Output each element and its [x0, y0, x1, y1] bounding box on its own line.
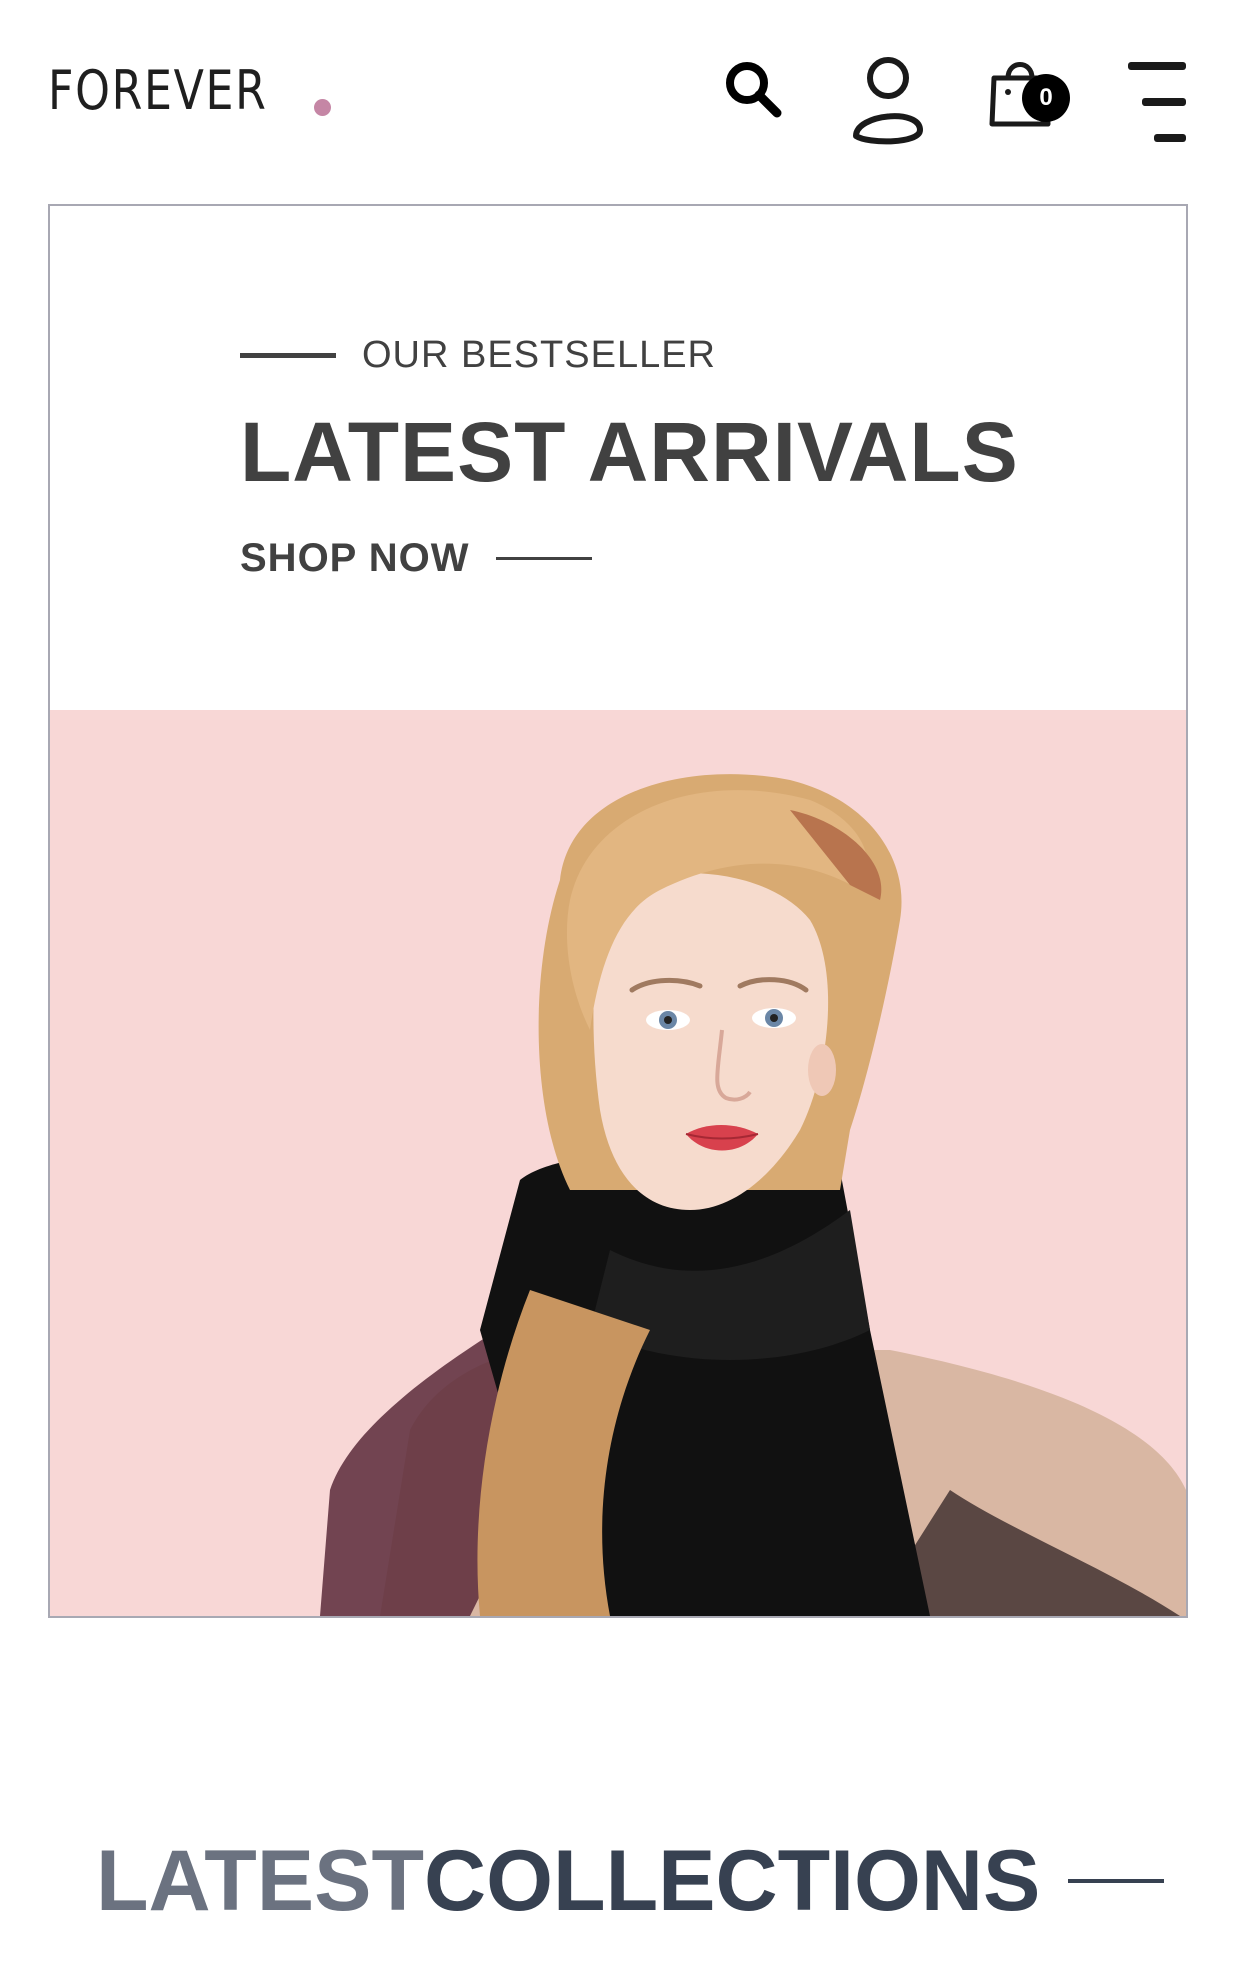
menu-icon — [1128, 62, 1186, 142]
hero-title: LATEST ARRIVALS — [240, 405, 1019, 499]
model-portrait-illustration — [320, 774, 1186, 1616]
latest-collections-heading: LATEST COLLECTIONS — [96, 1833, 1165, 1929]
site-header: FOREVER 0 — [0, 0, 1242, 180]
profile-icon — [853, 57, 923, 145]
search-icon — [726, 62, 782, 118]
logo[interactable]: FOREVER — [48, 58, 331, 122]
hero-image — [50, 710, 1186, 1616]
cart-count-badge: 0 — [1022, 74, 1070, 122]
shop-now-label: SHOP NOW — [240, 536, 470, 580]
profile-button[interactable] — [846, 52, 930, 148]
shop-now-link[interactable]: SHOP NOW — [240, 536, 592, 581]
collections-title-part2: COLLECTIONS — [424, 1833, 1041, 1929]
collections-title-part1: LATEST — [96, 1833, 425, 1929]
logo-text: FOREVER — [48, 59, 268, 122]
collections-divider — [1068, 1879, 1165, 1883]
hero-banner: OUR BESTSELLER LATEST ARRIVALS SHOP NOW — [48, 204, 1188, 1618]
hero-eyebrow-text: OUR BESTSELLER — [362, 334, 716, 376]
hero-text-block: OUR BESTSELLER LATEST ARRIVALS SHOP NOW — [240, 206, 1140, 710]
menu-button[interactable] — [1122, 56, 1192, 148]
eyebrow-divider — [240, 353, 336, 358]
search-button[interactable] — [718, 54, 788, 124]
logo-dot — [314, 99, 331, 116]
cart-button[interactable]: 0 — [986, 54, 1076, 134]
hero-eyebrow: OUR BESTSELLER — [240, 334, 716, 377]
shop-now-divider — [495, 557, 592, 560]
